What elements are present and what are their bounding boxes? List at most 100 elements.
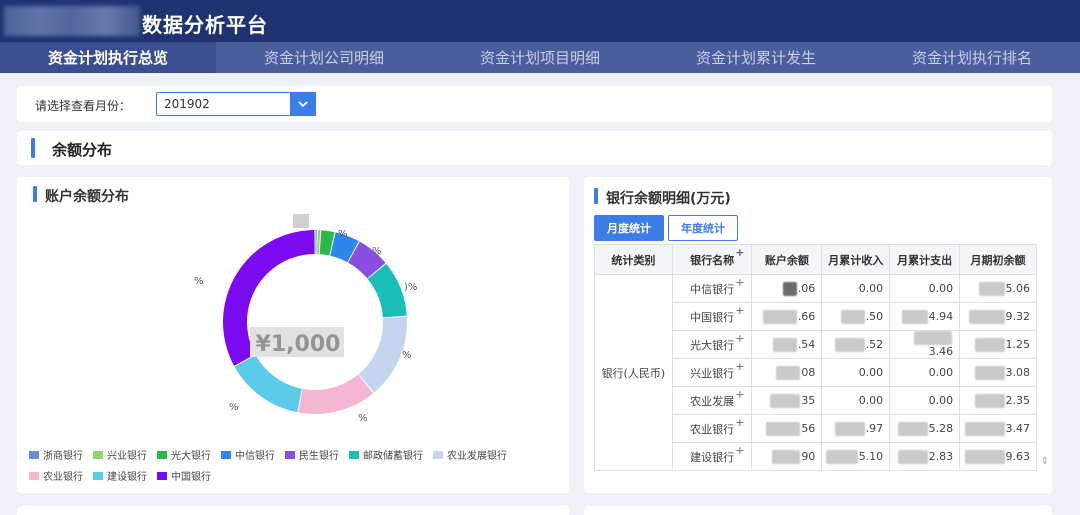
cell-value: .66 <box>797 309 816 323</box>
donut-slice-9[interactable] <box>234 355 302 413</box>
bank-name: 农业发展 <box>690 394 735 408</box>
redacted-value <box>834 421 865 436</box>
cell-value: 9.32 <box>1005 309 1031 323</box>
cell-value: 0.00 <box>928 366 954 379</box>
account-balance-panel: 账户余额分布 ¥1,000 % % )% % % % % 浙商银行 兴业银行 光大银… <box>17 177 569 493</box>
donut-center-value: ¥1,000 <box>256 332 341 357</box>
cell-value: 35 <box>801 393 816 407</box>
column-header[interactable]: 月期初余额 <box>959 244 1037 275</box>
legend-label: 浙商银行 <box>43 451 83 462</box>
redacted-value <box>840 309 865 324</box>
bank-name-cell: 中信银行 + <box>671 274 753 303</box>
legend-label: 邮政储蓄银行 <box>363 451 423 462</box>
expense-cell: 0.00 <box>889 386 961 415</box>
expand-icon[interactable]: + <box>735 360 744 373</box>
month-select[interactable]: 201902 <box>156 92 316 116</box>
app-header: 数据分析平台 <box>0 0 1080 42</box>
bank-balance-table: 统计类别 银行名称 + 账户余额 月累计收入 月累计支出 月期初余额 银行(人民… <box>594 244 1037 471</box>
opening-cell: 1.25 <box>959 330 1037 359</box>
legend-item[interactable]: 中国银行 <box>157 468 211 483</box>
blurred-label <box>293 214 309 228</box>
legend-swatch <box>157 450 167 459</box>
tab-yearly[interactable]: 年度统计 <box>668 215 738 241</box>
donut-slice-8[interactable] <box>298 374 374 415</box>
opening-cell: 3.08 <box>959 358 1037 387</box>
column-header[interactable]: 月累计支出 <box>889 244 961 275</box>
redacted-value <box>834 337 865 352</box>
chart-legend: 浙商银行 兴业银行 光大银行 中信银行 民生银行 邮政储蓄银行 农业发展银行 农业银行 建设银… <box>29 447 569 489</box>
legend-item[interactable]: 兴业银行 <box>93 447 147 462</box>
balance-cell: 90 <box>751 442 823 471</box>
bank-name-cell: 光大银行 + <box>671 330 753 359</box>
legend-item[interactable]: 浙商银行 <box>29 447 83 462</box>
table-row[interactable]: 银行(人民币) 中信银行 + .06 0.00 0.00 5.06 <box>594 274 1037 471</box>
legend-label: 中国银行 <box>171 472 211 483</box>
expand-icon[interactable]: + <box>735 388 744 401</box>
nav-tab-cumulative[interactable]: 资金计划累计发生 <box>648 42 864 73</box>
cell-value: 3.46 <box>928 345 954 358</box>
nav-tab-overview[interactable]: 资金计划执行总览 <box>0 42 216 73</box>
expand-icon[interactable]: + <box>735 444 744 457</box>
section-title: 余额分布 <box>52 141 113 159</box>
nav-tab-ranking[interactable]: 资金计划执行排名 <box>864 42 1080 73</box>
cell-value: 0.00 <box>928 282 954 295</box>
income-cell: 0.00 <box>821 358 891 387</box>
expand-icon[interactable]: + <box>735 246 744 259</box>
legend-swatch <box>285 450 295 459</box>
legend-swatch <box>221 450 231 459</box>
income-cell: 0.00 <box>821 386 891 415</box>
column-header[interactable]: 统计类别 <box>594 244 673 275</box>
expand-icon[interactable]: + <box>735 304 744 317</box>
donut-slice-7[interactable] <box>358 316 407 393</box>
cell-value: .52 <box>865 337 884 351</box>
bank-name-cell: 建设银行 + <box>671 442 753 471</box>
legend-label: 建设银行 <box>107 472 147 483</box>
tab-monthly[interactable]: 月度统计 <box>594 215 664 241</box>
nav-tab-project-detail[interactable]: 资金计划项目明细 <box>432 42 648 73</box>
cell-value: 56 <box>801 421 816 435</box>
column-header-label: 银行名称 <box>690 253 735 267</box>
column-header[interactable]: 银行名称 + <box>671 244 753 275</box>
redacted-value <box>897 449 928 464</box>
bank-name-cell: 农业银行 + <box>671 414 753 443</box>
slice-label: )% <box>404 282 417 293</box>
legend-swatch <box>93 471 103 480</box>
expand-icon[interactable]: + <box>735 332 744 345</box>
legend-item[interactable]: 农业银行 <box>29 468 83 483</box>
scroll-handle[interactable]: ⇕ <box>1041 456 1049 467</box>
column-header[interactable]: 月累计收入 <box>821 244 891 275</box>
redacted-value <box>897 421 928 436</box>
donut-slice-1[interactable] <box>315 230 317 255</box>
legend-item[interactable]: 民生银行 <box>285 447 339 462</box>
chevron-down-icon[interactable] <box>290 92 316 116</box>
expense-cell: 2.83 <box>889 442 961 471</box>
expand-icon[interactable]: + <box>735 276 744 289</box>
bank-name-cell: 中国银行 + <box>671 302 753 331</box>
nav-tab-company-detail[interactable]: 资金计划公司明细 <box>216 42 432 73</box>
column-header[interactable]: 账户余额 <box>751 244 823 275</box>
legend-item[interactable]: 建设银行 <box>93 468 147 483</box>
bank-name: 农业银行 <box>690 422 735 436</box>
legend-item[interactable]: 邮政储蓄银行 <box>349 447 423 462</box>
legend-item[interactable]: 农业发展银行 <box>433 447 507 462</box>
cell-value: 0.00 <box>858 282 884 295</box>
legend-swatch <box>349 450 359 459</box>
legend-swatch <box>29 450 39 459</box>
bank-name-cell: 兴业银行 + <box>671 358 753 387</box>
legend-label: 兴业银行 <box>107 451 147 462</box>
expand-icon[interactable]: + <box>735 416 744 429</box>
income-cell: 5.10 <box>821 442 891 471</box>
legend-item[interactable]: 光大银行 <box>157 447 211 462</box>
section-accent-bar <box>31 138 35 158</box>
legend-label: 中信银行 <box>235 451 275 462</box>
balance-cell: .54 <box>751 330 823 359</box>
donut-slice-2[interactable] <box>317 230 321 255</box>
cell-value: 9.63 <box>1005 449 1031 463</box>
cell-value: 0.00 <box>858 394 884 407</box>
legend-swatch <box>157 471 167 480</box>
legend-swatch <box>93 450 103 459</box>
expense-cell: 3.46 <box>889 330 961 359</box>
redacted-value <box>974 393 1005 408</box>
legend-item[interactable]: 中信银行 <box>221 447 275 462</box>
bottom-card-left <box>17 506 569 515</box>
